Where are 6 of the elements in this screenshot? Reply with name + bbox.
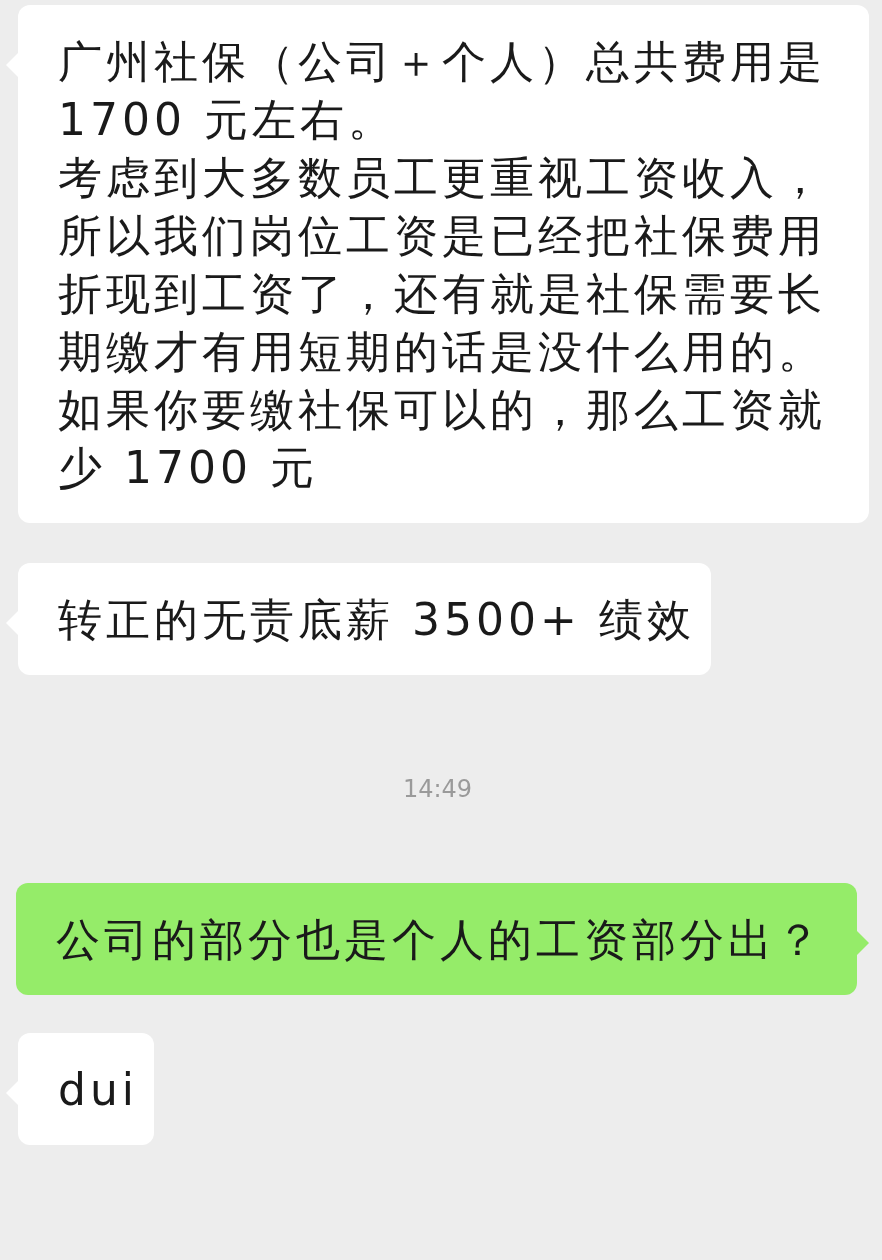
message-timestamp: 14:49 [402, 775, 473, 803]
message-text: 广州社保（公司＋个人）总共费用是 1700 元左右。 [58, 35, 827, 147]
message-text: 公司的部分也是个人的工资部分出？ [56, 913, 825, 967]
message-text: 转正的无责底薪 3500+ 绩效 [58, 593, 695, 647]
message-text: dui [58, 1063, 139, 1117]
message-text: 考虑到大多数员工更重视工资收入，所以我们岗位工资是已经把社保费用折现到工资了，还有就是社保需要长期缴才有用短期的话是没什么用的。如果你要缴社保可以的，那么工资就少 1700 元 [58, 151, 827, 495]
